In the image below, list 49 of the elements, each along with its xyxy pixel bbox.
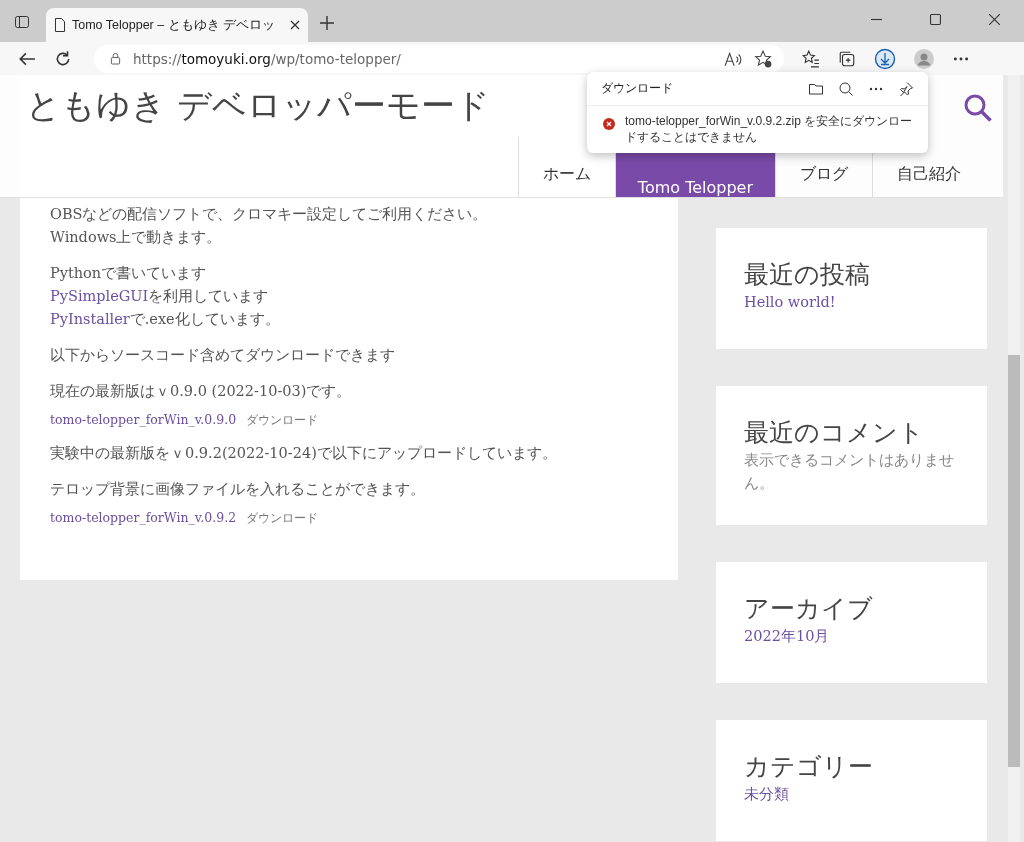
read-aloud-icon[interactable] [724,49,742,68]
lock-icon [110,52,121,65]
site-title[interactable]: ともゆき デベロッパーモード [26,83,490,129]
favorites-icon[interactable] [802,49,820,68]
tab-title: Tomo Telopper – ともゆき デベロッ [72,16,277,34]
widget-title: 最近のコメント [744,417,925,449]
pin-icon[interactable] [898,80,914,97]
tab-actions-icon[interactable] [14,14,30,30]
new-tab-icon[interactable] [320,16,334,30]
text-link[interactable]: PyInstaller [50,311,130,327]
scrollbar[interactable] [1008,75,1020,842]
file-link[interactable]: tomo-telopper_forWin_v.0.9.0 [50,412,237,427]
body-text: 現在の最新版はｖ0.9.0 (2022-10-03)です。 [50,383,352,399]
star-plus-icon[interactable] [754,49,772,68]
widget-link[interactable]: 未分類 [744,783,959,806]
download-icon[interactable] [874,47,896,70]
widget-link[interactable]: Hello world! [744,291,959,314]
widget-title: カテゴリー [744,751,874,783]
body-text: Pythonで書いています [50,265,207,281]
scrollbar-thumb[interactable] [1008,355,1020,767]
close-icon[interactable] [290,20,300,30]
page-icon [54,18,66,32]
widget-text: 表示できるコメントはありません。 [744,451,955,493]
body-text: テロップ背景に画像ファイルを入れることができます。 [50,481,425,497]
body-text: 実験中の最新版をｖ0.9.2(2022-10-24)で以下にアップロードしています。 [50,445,557,461]
body-text: Windows上で動きます。 [50,229,222,245]
body-text: で.exe化しています。 [129,311,280,327]
widget-title: アーカイブ [744,593,874,625]
close-icon[interactable] [989,14,1000,25]
download-label: ダウンロード [246,413,319,428]
body-text: 以下からソースコード含めてダウンロードできます [50,347,395,363]
address-bar[interactable]: https://tomoyuki.org/wp/tomo-telopper/ [94,44,784,73]
error-icon [603,118,615,130]
widget-title: 最近の投稿 [744,259,871,291]
browser-tab[interactable]: Tomo Telopper – ともゆき デベロッ [46,8,308,42]
body-text: OBSなどの配信ソフトで、クロマキー設定してご利用ください。 [50,206,488,222]
file-link[interactable]: tomo-telopper_forWin_v.0.9.2 [50,510,237,525]
text-link[interactable]: PySimpleGUI [50,288,149,304]
body-text: を利用しています [148,288,269,304]
panel-title: ダウンロード [601,80,673,97]
search-icon[interactable] [963,93,993,123]
url-text: https://tomoyuki.org/wp/tomo-telopper/ [133,50,401,67]
maximize-icon[interactable] [930,14,941,25]
refresh-icon[interactable] [54,49,72,68]
collections-icon[interactable] [838,49,856,68]
avatar-icon[interactable] [914,48,934,69]
widget-link[interactable]: 2022年10月 [744,625,959,648]
download-label: ダウンロード [246,511,319,526]
search-icon[interactable] [838,80,854,97]
